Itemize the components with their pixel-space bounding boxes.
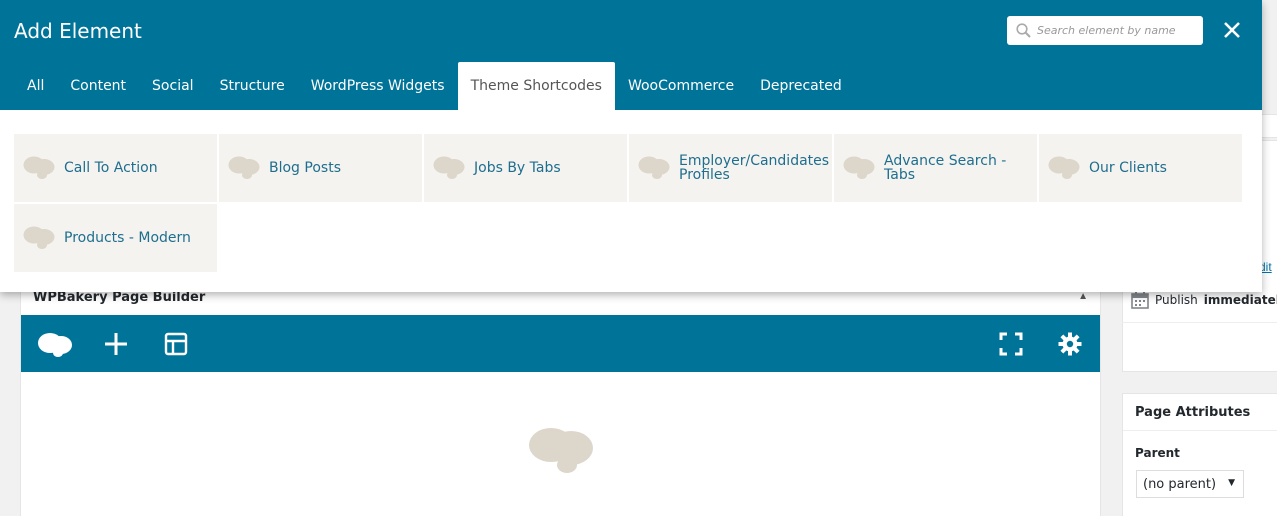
parent-select[interactable]: (no parent) ▼ [1136, 470, 1244, 498]
tab-social[interactable]: Social [139, 62, 207, 110]
element-products-modern[interactable]: Products - Modern [14, 204, 218, 272]
element-employer-candidates-profiles[interactable]: Employer/Candidates Profiles [629, 134, 833, 202]
element-call-to-action[interactable]: Call To Action [14, 134, 218, 202]
dropdown-arrow-icon: ▼ [1228, 478, 1235, 488]
gear-icon[interactable] [1055, 329, 1085, 359]
page-builder-toolbar [21, 315, 1100, 372]
element-label: Jobs By Tabs [474, 160, 561, 176]
element-advance-search-tabs[interactable]: Advance Search - Tabs [834, 134, 1038, 202]
empty-state-logo-icon [526, 423, 596, 480]
close-icon [1224, 22, 1240, 38]
add-element-icon[interactable] [101, 329, 131, 359]
element-label: Advance Search - Tabs [884, 153, 1007, 183]
page-attributes-divider [1123, 430, 1277, 431]
element-blog-posts[interactable]: Blog Posts [219, 134, 423, 202]
page-builder-panel: WPBakery Page Builder ▲ [20, 284, 1101, 516]
search-box[interactable] [1007, 16, 1203, 45]
wpbakery-element-icon [432, 154, 466, 185]
tab-woocommerce[interactable]: WooCommerce [615, 62, 747, 110]
element-label: Blog Posts [269, 160, 341, 176]
fullscreen-icon[interactable] [996, 329, 1026, 359]
element-label: Call To Action [64, 160, 158, 176]
add-element-modal: Add Element AllContentSocialStructureWor… [0, 0, 1262, 292]
wpbakery-element-icon [22, 224, 56, 255]
publish-divider [1122, 322, 1277, 323]
tab-wordpress-widgets[interactable]: WordPress Widgets [298, 62, 458, 110]
tab-all[interactable]: All [14, 62, 57, 110]
wpbakery-element-icon [637, 154, 671, 185]
category-tabs: All Content Social Structure WordPress Widge… [14, 62, 855, 110]
calendar-icon [1131, 291, 1149, 309]
page-builder-title: WPBakery Page Builder [33, 290, 206, 305]
element-jobs-by-tabs[interactable]: Jobs By Tabs [424, 134, 628, 202]
page-attributes-title: Page Attributes [1135, 405, 1251, 420]
wpbakery-element-icon [1047, 154, 1081, 185]
close-button[interactable] [1218, 16, 1246, 44]
wpbakery-logo-icon[interactable] [35, 329, 75, 359]
page-attributes-box: Page Attributes Parent (no parent) ▼ [1122, 393, 1277, 516]
wpbakery-element-icon [842, 154, 876, 185]
wpbakery-element-icon [22, 154, 56, 185]
collapse-arrow-icon[interactable]: ▲ [1078, 291, 1088, 302]
tab-content[interactable]: Content [57, 62, 139, 110]
modal-header: Add Element AllContentSocialStructureWor… [0, 0, 1262, 110]
layout-icon[interactable] [161, 329, 191, 359]
element-label: Employer/Candidates Profiles [679, 153, 830, 183]
tab-structure[interactable]: Structure [207, 62, 298, 110]
publish-label: Publish [1155, 293, 1198, 307]
search-input[interactable] [1037, 16, 1197, 45]
wpbakery-element-icon [227, 154, 261, 185]
tab-theme-shortcodes[interactable]: Theme Shortcodes [457, 62, 615, 110]
element-label: Our Clients [1089, 160, 1167, 176]
tab-deprecated[interactable]: Deprecated [747, 62, 855, 110]
parent-label: Parent [1135, 446, 1180, 460]
modal-title: Add Element [14, 19, 142, 43]
search-icon [1016, 23, 1031, 38]
publish-schedule: Publish immediately [1131, 291, 1277, 309]
parent-select-value: (no parent) [1143, 477, 1217, 492]
element-our-clients[interactable]: Our Clients [1039, 134, 1243, 202]
element-label: Products - Modern [64, 230, 191, 246]
publish-value[interactable]: immediately [1204, 293, 1277, 307]
